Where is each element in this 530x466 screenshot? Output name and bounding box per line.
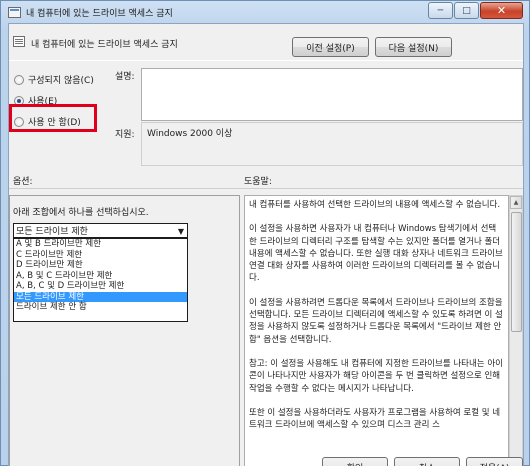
- dropdown-option[interactable]: A, B, C 및 D 드라이브만 제한: [14, 281, 187, 292]
- previous-setting-button[interactable]: 이전 설정(P): [292, 37, 369, 57]
- title-bar[interactable]: 내 컴퓨터에 있는 드라이브 액세스 금지 ─ □ ✕: [1, 1, 529, 23]
- apply-button[interactable]: 적용(A): [466, 457, 523, 466]
- dropdown-option[interactable]: A, B 및 C 드라이브만 제한: [14, 271, 187, 282]
- radio-not-configured[interactable]: 구성되지 않음(C): [14, 73, 94, 86]
- help-paragraph: 이 설정을 사용하면 사용자가 내 컴퓨터나 Windows 탐색기에서 선택한…: [249, 224, 503, 284]
- dropdown-option[interactable]: C 드라이브만 제한: [14, 250, 187, 261]
- policy-icon: [8, 6, 21, 18]
- comment-textarea[interactable]: [141, 68, 523, 121]
- help-paragraph: 내 컴퓨터를 사용하여 선택한 드라이브의 내용에 액세스할 수 없습니다.: [249, 200, 501, 210]
- close-button[interactable]: ✕: [480, 2, 523, 19]
- dropdown-option[interactable]: D 드라이브만 제한: [14, 260, 187, 271]
- supported-value: Windows 2000 이상: [147, 129, 233, 139]
- help-paragraph: 이 설정을 사용하려면 드롭다운 목록에서 드라이브나 드라이브의 조합을 선택…: [249, 297, 503, 345]
- options-prompt: 아래 조합에서 하나를 선택하십시오.: [13, 208, 149, 218]
- supported-on-box: Windows 2000 이상: [141, 122, 523, 166]
- radio-circle[interactable]: [14, 74, 24, 85]
- options-label: 옵션:: [13, 177, 33, 187]
- ok-button[interactable]: 확인: [322, 457, 388, 466]
- dialog-client: 내 컴퓨터에 있는 드라이브 액세스 금지 이전 설정(P) 다음 설정(N) …: [8, 23, 524, 466]
- scroll-up-icon[interactable]: ▲: [510, 196, 522, 209]
- setting-title: 내 컴퓨터에 있는 드라이브 액세스 금지: [31, 40, 178, 50]
- next-setting-button[interactable]: 다음 설정(N): [375, 37, 452, 57]
- help-text-box: 내 컴퓨터를 사용하여 선택한 드라이브의 내용에 액세스할 수 없습니다. 이…: [244, 195, 509, 466]
- help-label: 도움말:: [244, 177, 272, 187]
- supported-label: 지원:: [115, 130, 135, 140]
- drive-restriction-dropdown-list: A 및 B 드라이브만 제한 C 드라이브만 제한 D 드라이브만 제한 A, …: [13, 238, 188, 322]
- section-separator: [9, 188, 523, 189]
- dropdown-arrow-icon[interactable]: ▼: [178, 227, 184, 236]
- dialog-window: 내 컴퓨터에 있는 드라이브 액세스 금지 ─ □ ✕ 내 컴퓨터에 있는 드라…: [0, 0, 530, 466]
- annotation-highlight-box: [9, 104, 97, 132]
- radio-label: 구성되지 않음(C): [28, 76, 94, 86]
- dropdown-option[interactable]: A 및 B 드라이브만 제한: [14, 239, 187, 250]
- setting-icon: [13, 36, 25, 47]
- minimize-button[interactable]: ─: [428, 2, 453, 19]
- help-paragraph: 또한 이 설정을 사용하더라도 사용자가 프로그램을 사용하여 로컬 및 네트워…: [249, 407, 501, 431]
- dropdown-option-highlighted[interactable]: 모든 드라이브 제한: [14, 291, 187, 302]
- scroll-thumb[interactable]: [511, 212, 522, 332]
- comment-label: 설명:: [115, 72, 135, 82]
- select-value: 모든 드라이브 제한: [16, 227, 88, 237]
- cancel-button[interactable]: 취소: [394, 457, 460, 466]
- help-scrollbar[interactable]: ▲: [509, 195, 523, 466]
- dropdown-option[interactable]: 드라이브 제한 안 함: [14, 302, 187, 313]
- header-separator: [9, 60, 523, 61]
- setting-header: 내 컴퓨터에 있는 드라이브 액세스 금지 이전 설정(P) 다음 설정(N): [9, 24, 523, 58]
- help-paragraph: 참고: 이 설정을 사용해도 내 컴퓨터에 지정한 드라이브를 나타내는 아이콘…: [249, 358, 503, 394]
- maximize-button[interactable]: □: [454, 2, 479, 19]
- drive-restriction-select[interactable]: 모든 드라이브 제한 ▼: [13, 223, 188, 238]
- window-controls: ─ □ ✕: [427, 2, 523, 19]
- window-title: 내 컴퓨터에 있는 드라이브 액세스 금지: [26, 8, 173, 19]
